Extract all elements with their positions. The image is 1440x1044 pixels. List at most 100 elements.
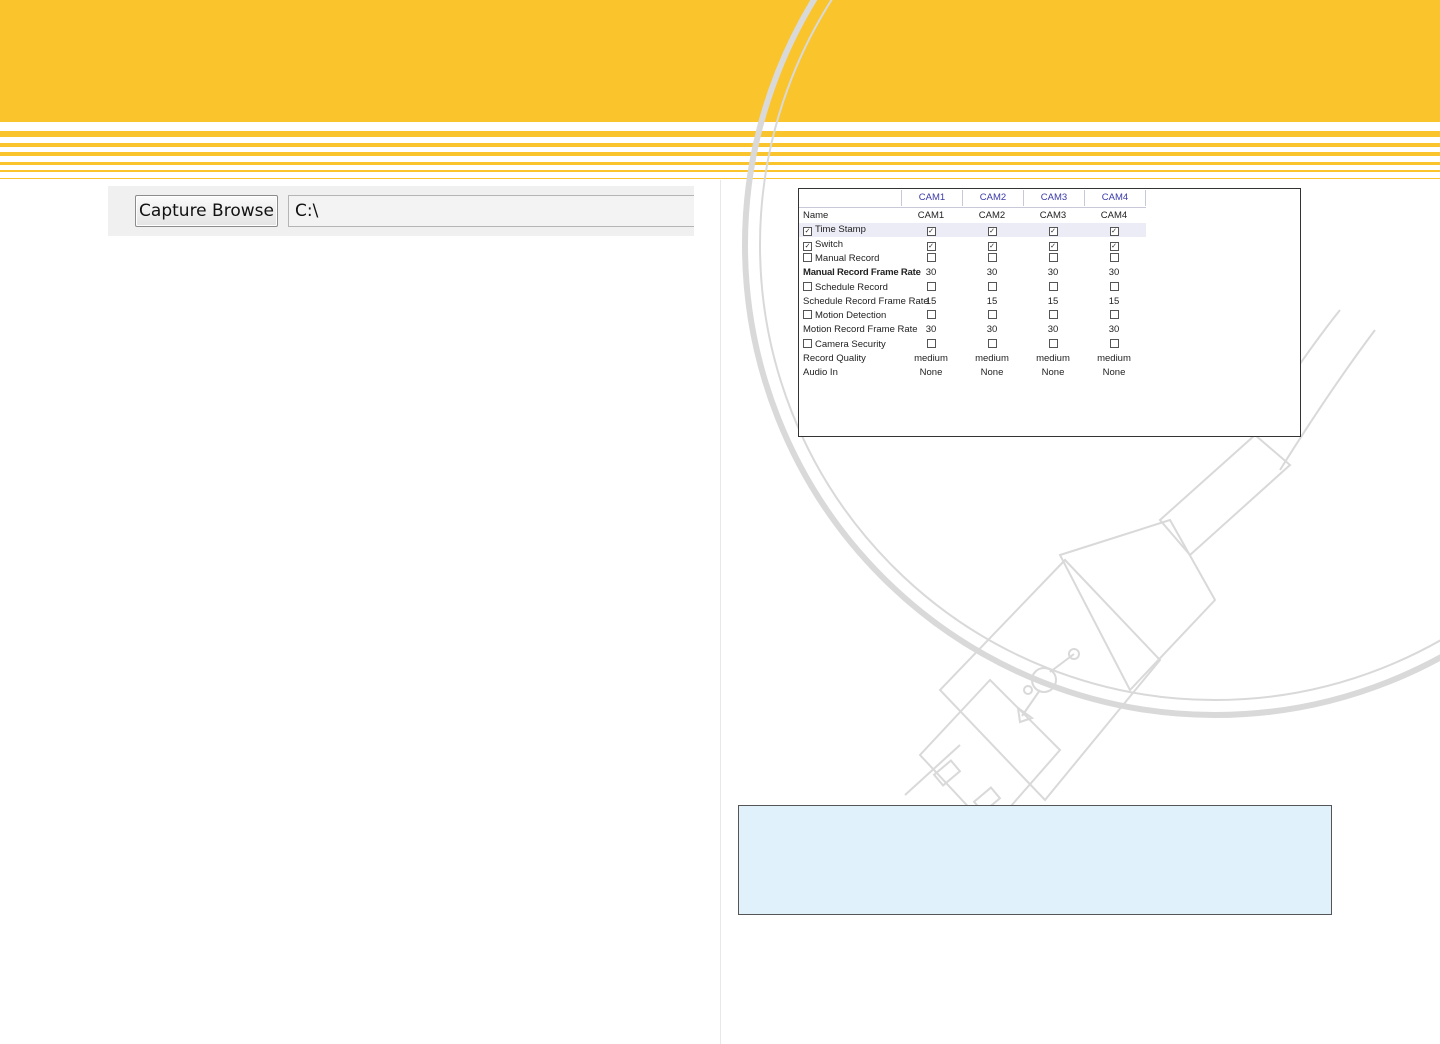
cam-value-cell[interactable]: 30: [962, 323, 1022, 337]
cam-value-cell[interactable]: 30: [901, 266, 961, 280]
cam-value-cell[interactable]: 30: [1023, 266, 1083, 280]
cam-value-cell[interactable]: None: [901, 366, 961, 380]
cam-checkbox-cell[interactable]: [1084, 252, 1144, 266]
cam-value-cell[interactable]: CAM1: [901, 209, 961, 223]
cam-value-cell[interactable]: 30: [1023, 323, 1083, 337]
row-enable-checkbox[interactable]: ✓: [803, 227, 812, 237]
cam-checkbox[interactable]: [1109, 310, 1119, 320]
column-divider: [720, 180, 721, 1044]
cam-checkbox[interactable]: [926, 252, 936, 262]
cam-value-cell[interactable]: 30: [962, 266, 1022, 280]
cam-checkbox[interactable]: [1048, 338, 1058, 348]
cam-value-cell[interactable]: CAM4: [1084, 209, 1144, 223]
column-header-cam4[interactable]: CAM4: [1084, 190, 1146, 206]
cam-checkbox[interactable]: [926, 281, 936, 291]
cam-checkbox-cell[interactable]: [1023, 309, 1083, 323]
cam-checkbox-cell[interactable]: [1084, 281, 1144, 295]
cam-checkbox-cell[interactable]: [1084, 338, 1144, 352]
cam-value-cell[interactable]: medium: [962, 352, 1022, 366]
cam-value-cell[interactable]: 30: [901, 323, 961, 337]
row-label[interactable]: ✓ Switch: [803, 238, 843, 252]
cam-checkbox[interactable]: ✓: [1048, 241, 1058, 251]
settings-row: Name CAM1 CAM2 CAM3 CAM4: [799, 209, 1146, 223]
cam-checkbox[interactable]: [987, 310, 997, 320]
row-enable-checkbox[interactable]: [803, 252, 812, 262]
cam-checkbox-cell[interactable]: ✓: [962, 223, 1022, 237]
cam-checkbox-cell[interactable]: [1084, 309, 1144, 323]
cam-value-cell[interactable]: medium: [1084, 352, 1144, 366]
cam-value-cell[interactable]: 30: [1084, 266, 1144, 280]
cam-checkbox[interactable]: [1109, 338, 1119, 348]
cam-checkbox[interactable]: ✓: [987, 227, 997, 237]
cam-checkbox-cell[interactable]: [1023, 338, 1083, 352]
cam-checkbox-cell[interactable]: ✓: [1084, 223, 1144, 237]
row-label[interactable]: Camera Security: [803, 338, 886, 352]
cam-checkbox[interactable]: ✓: [926, 241, 936, 251]
row-label[interactable]: ✓ Time Stamp: [803, 223, 866, 237]
cam-checkbox[interactable]: [1109, 281, 1119, 291]
row-enable-checkbox[interactable]: [803, 281, 812, 291]
cam-checkbox-cell[interactable]: ✓: [1023, 223, 1083, 237]
capture-path-field[interactable]: [288, 195, 694, 227]
cam-checkbox-cell[interactable]: [1023, 252, 1083, 266]
cam-checkbox[interactable]: [1048, 281, 1058, 291]
cam-checkbox[interactable]: [987, 281, 997, 291]
cam-checkbox-cell[interactable]: [901, 252, 961, 266]
row-label[interactable]: Manual Record: [803, 252, 879, 266]
column-header-cam2[interactable]: CAM2: [962, 190, 1023, 206]
cam-value-cell[interactable]: None: [1084, 366, 1144, 380]
cam-checkbox[interactable]: [1109, 252, 1119, 262]
row-enable-checkbox[interactable]: [803, 338, 812, 348]
cam-checkbox[interactable]: ✓: [1048, 227, 1058, 237]
cam-checkbox-cell[interactable]: ✓: [901, 238, 961, 252]
cam-checkbox-cell[interactable]: [1023, 281, 1083, 295]
cam-checkbox-cell[interactable]: [962, 252, 1022, 266]
cam-checkbox[interactable]: ✓: [1109, 227, 1119, 237]
cam-value-cell[interactable]: 30: [1084, 323, 1144, 337]
cam-checkbox-cell[interactable]: [901, 281, 961, 295]
row-label[interactable]: Schedule Record: [803, 281, 888, 295]
settings-row: ✓ Switch ✓ ✓ ✓ ✓: [799, 238, 1146, 252]
cam-value-cell[interactable]: 15: [962, 295, 1022, 309]
cam-checkbox-cell[interactable]: [901, 338, 961, 352]
cam-checkbox[interactable]: ✓: [1109, 241, 1119, 251]
cam-checkbox[interactable]: ✓: [926, 227, 936, 237]
cam-checkbox-cell[interactable]: ✓: [962, 238, 1022, 252]
capture-browse-button[interactable]: Capture Browse: [135, 195, 278, 227]
grid-header: CAM1 CAM2 CAM3 CAM4: [799, 189, 1146, 208]
cam-checkbox-cell[interactable]: ✓: [901, 223, 961, 237]
cam-checkbox-cell[interactable]: [901, 309, 961, 323]
row-label-text: Camera Security: [815, 338, 886, 350]
cam-checkbox-cell[interactable]: ✓: [1023, 238, 1083, 252]
row-label: Record Quality: [803, 352, 866, 366]
cam-checkbox[interactable]: [987, 338, 997, 348]
cam-checkbox[interactable]: ✓: [987, 241, 997, 251]
settings-row: Record Quality medium medium medium medium: [799, 352, 1146, 366]
cam-checkbox-cell[interactable]: ✓: [1084, 238, 1144, 252]
row-enable-checkbox[interactable]: [803, 310, 812, 320]
cam-checkbox[interactable]: [1048, 252, 1058, 262]
cam-checkbox[interactable]: [926, 310, 936, 320]
row-label[interactable]: Motion Detection: [803, 309, 886, 323]
cam-checkbox-cell[interactable]: [962, 338, 1022, 352]
cam-checkbox[interactable]: [1048, 310, 1058, 320]
cam-value-cell[interactable]: 15: [1084, 295, 1144, 309]
cam-value-cell[interactable]: medium: [1023, 352, 1083, 366]
column-header-cam1[interactable]: CAM1: [901, 190, 962, 206]
cam-checkbox[interactable]: [926, 338, 936, 348]
cam-value-cell[interactable]: None: [1023, 366, 1083, 380]
cam-checkbox-cell[interactable]: [962, 281, 1022, 295]
cam-checkbox-cell[interactable]: [962, 309, 1022, 323]
row-enable-checkbox[interactable]: ✓: [803, 241, 812, 251]
cam-value-cell[interactable]: CAM3: [1023, 209, 1083, 223]
cam-value-cell[interactable]: 15: [1023, 295, 1083, 309]
settings-row: Schedule Record Frame Rate 15 15 15 15: [799, 295, 1146, 309]
cam-value-cell[interactable]: medium: [901, 352, 961, 366]
cam-value-cell[interactable]: None: [962, 366, 1022, 380]
row-label-text: Record Quality: [803, 353, 866, 364]
column-header-cam3[interactable]: CAM3: [1023, 190, 1084, 206]
cam-value-cell[interactable]: 15: [901, 295, 961, 309]
cam-checkbox[interactable]: [987, 252, 997, 262]
header-stripe: [0, 170, 1440, 172]
cam-value-cell[interactable]: CAM2: [962, 209, 1022, 223]
